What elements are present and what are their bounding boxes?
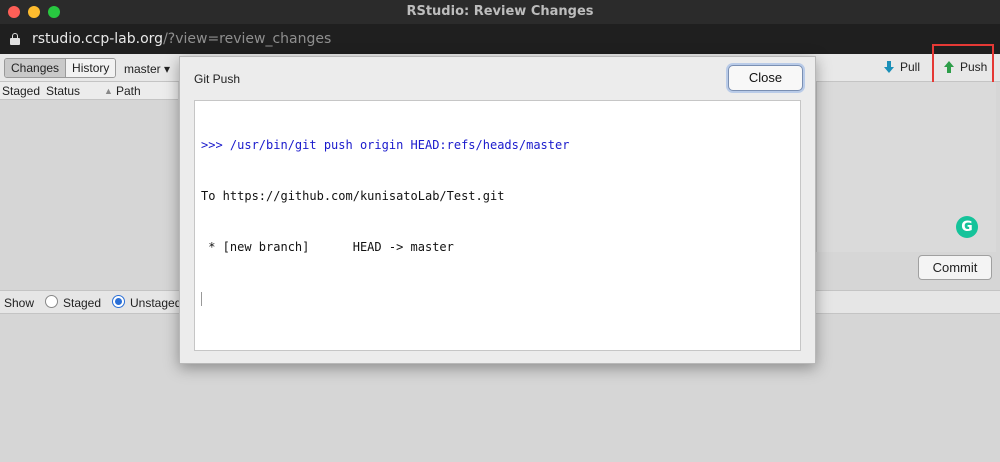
git-push-dialog: Git Push Close >>> /usr/bin/git push ori… — [179, 56, 816, 364]
console-line-command: >>> /usr/bin/git push origin HEAD:refs/h… — [201, 138, 570, 152]
branch-name: master — [124, 62, 161, 76]
address-bar[interactable]: rstudio.ccp-lab.org/?view=review_changes — [0, 24, 1000, 54]
staged-radio-label: Staged — [63, 296, 102, 310]
unstaged-radio-label: Unstaged — [130, 296, 182, 310]
url-text[interactable]: rstudio.ccp-lab.org/?view=review_changes — [32, 31, 331, 47]
commit-button[interactable]: Commit — [918, 255, 992, 280]
grammarly-icon[interactable]: G — [956, 216, 978, 238]
console-line-output: * [new branch] HEAD -> master — [201, 240, 454, 254]
console-line-output: To https://github.com/kunisatoLab/Test.g… — [201, 189, 505, 203]
chevron-down-icon: ▾ — [164, 62, 171, 76]
show-label: Show — [4, 296, 35, 310]
window-titlebar: RStudio: Review Changes — [0, 0, 1000, 24]
pull-arrow-down-icon — [884, 61, 894, 73]
pull-label: Pull — [900, 60, 921, 74]
column-staged[interactable]: Staged — [2, 84, 40, 98]
view-toggle: Changes History — [4, 58, 117, 78]
changes-tab[interactable]: Changes — [5, 59, 66, 77]
git-output-console[interactable]: >>> /usr/bin/git push origin HEAD:refs/h… — [194, 100, 801, 351]
staged-radio[interactable] — [45, 295, 58, 308]
file-table-header: Staged Status ▲ Path — [0, 82, 178, 100]
column-path[interactable]: Path — [116, 84, 141, 98]
unstaged-radio[interactable] — [112, 295, 125, 308]
sort-arrow-icon: ▲ — [104, 86, 113, 96]
lock-icon — [10, 33, 20, 45]
text-cursor — [201, 292, 202, 306]
file-list — [0, 100, 178, 284]
branch-selector[interactable]: master ▾ — [124, 62, 170, 76]
close-button[interactable]: Close — [728, 65, 803, 91]
column-status[interactable]: Status — [46, 84, 80, 98]
pull-button[interactable]: Pull — [882, 60, 920, 74]
window-title: RStudio: Review Changes — [406, 4, 594, 19]
history-tab[interactable]: History — [65, 59, 116, 77]
dialog-title: Git Push — [194, 72, 241, 86]
